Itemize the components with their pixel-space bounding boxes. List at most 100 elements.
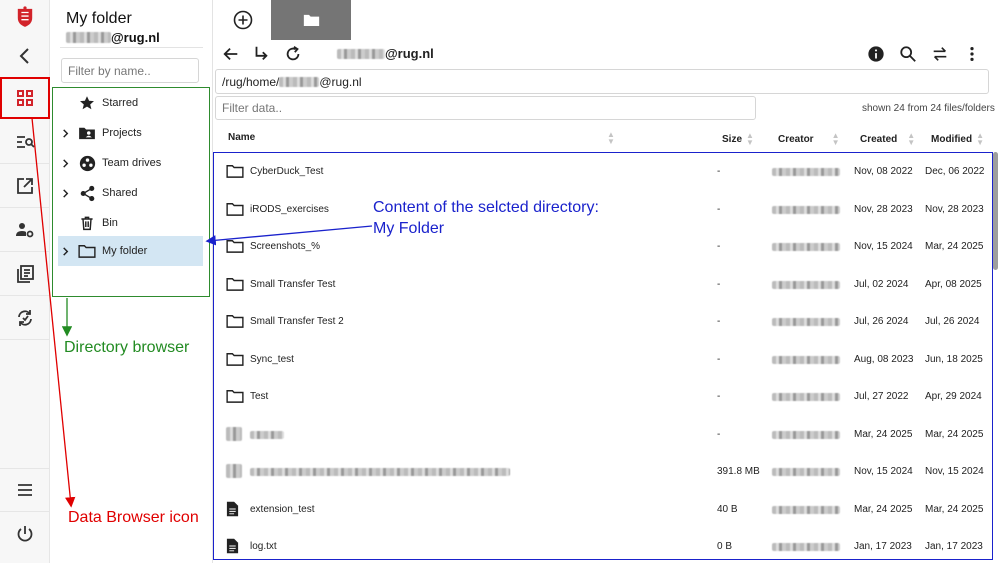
refresh-button[interactable] xyxy=(282,43,304,65)
table-row[interactable]: Sync_test - Aug, 08 2023 Jun, 18 2025 xyxy=(214,341,992,379)
toolbar-user: @rug.nl xyxy=(337,46,434,61)
chevron-right-icon[interactable] xyxy=(58,188,72,198)
go-to-parent-button[interactable] xyxy=(250,43,272,65)
path-suffix: @rug.nl xyxy=(319,74,362,89)
panel-user-suffix: @rug.nl xyxy=(111,30,160,45)
column-header-creator[interactable]: Creator ▲ ▼ xyxy=(778,131,840,147)
redacted-creator xyxy=(772,393,840,401)
folder-icon xyxy=(226,163,244,179)
sync-button[interactable] xyxy=(0,296,50,340)
redacted-icon xyxy=(226,463,244,479)
tree-item-team-drives[interactable]: Team drives xyxy=(58,148,203,178)
annotation-content-line1: Content of the selcted directory: xyxy=(373,199,599,216)
tree-item-shared[interactable]: Shared xyxy=(58,178,203,208)
transfer-button[interactable] xyxy=(929,43,951,65)
redacted-creator xyxy=(772,318,840,326)
file-name[interactable]: extension_test xyxy=(250,504,315,515)
column-header-size[interactable]: Size ▲ ▼ xyxy=(722,131,754,147)
tree-item-label: Bin xyxy=(102,217,118,229)
file-size: - xyxy=(717,353,721,365)
annotation-content-line2: My Folder xyxy=(373,220,445,237)
search-metadata-button[interactable] xyxy=(0,120,50,164)
library-button[interactable] xyxy=(0,252,50,296)
chevron-right-icon[interactable] xyxy=(58,158,72,168)
sort-icon: ▲ ▼ xyxy=(746,131,754,147)
redacted-creator xyxy=(772,168,840,176)
panel-user: @rug.nl xyxy=(66,30,160,45)
add-tab-button[interactable] xyxy=(231,8,255,32)
chevron-right-icon[interactable] xyxy=(58,246,72,256)
directory-tree: Starred Projects Team drives Shared Bin xyxy=(52,87,210,297)
folder-icon xyxy=(226,276,244,292)
redacted-creator xyxy=(772,430,840,439)
column-header-modified[interactable]: Modified ▲ ▼ xyxy=(931,132,984,147)
table-row[interactable]: Small Transfer Test 2 - Jul, 26 2024 Jul, 2… xyxy=(214,303,992,341)
more-options-button[interactable] xyxy=(961,43,983,65)
scrollbar[interactable] xyxy=(993,152,998,270)
column-header-created[interactable]: Created ▲ ▼ xyxy=(860,132,915,147)
table-row[interactable]: 391.8 MB Nov, 15 2024 Nov, 15 2024 xyxy=(214,453,992,491)
file-name[interactable]: CyberDuck_Test xyxy=(250,166,323,177)
tab-folder[interactable] xyxy=(271,0,351,40)
open-external-button[interactable] xyxy=(0,164,50,208)
table-row[interactable]: CyberDuck_Test - Nov, 08 2022 Dec, 06 2022 xyxy=(214,153,992,191)
file-name[interactable]: iRODS_exercises xyxy=(250,204,329,215)
table-row[interactable]: Test - Jul, 27 2022 Apr, 29 2024 xyxy=(214,378,992,416)
modified-date: Dec, 06 2022 xyxy=(925,166,985,177)
column-header-name[interactable]: Name xyxy=(228,132,255,143)
tree-item-starred[interactable]: Starred xyxy=(58,88,203,118)
power-icon xyxy=(17,526,33,542)
created-date: Aug, 08 2023 xyxy=(854,353,914,365)
data-browser-button[interactable] xyxy=(0,77,50,119)
shown-count: shown 24 from 24 files/folders xyxy=(862,103,995,114)
back-button[interactable] xyxy=(0,34,50,78)
filter-data-input[interactable] xyxy=(215,96,756,120)
file-name[interactable]: Screenshots_% xyxy=(250,241,320,252)
university-logo-icon xyxy=(0,0,50,34)
directory-panel: My folder @rug.nl Starred Projects Team … xyxy=(50,0,213,563)
sort-icon: ▲ ▼ xyxy=(831,131,840,147)
sort-icon[interactable]: ▲ ▼ xyxy=(607,131,615,146)
file-size: - xyxy=(717,316,721,327)
file-name[interactable]: Small Transfer Test xyxy=(250,279,335,290)
file-name[interactable]: log.txt xyxy=(250,541,277,552)
tree-item-bin[interactable]: Bin xyxy=(58,208,203,238)
created-date: Mar, 24 2025 xyxy=(854,428,913,440)
tree-item-my-folder[interactable]: My folder xyxy=(58,236,203,266)
table-row[interactable]: extension_test 40 B Mar, 24 2025 Mar, 24 20… xyxy=(214,491,992,529)
table-row[interactable]: Small Transfer Test - Jul, 02 2024 Apr, 08 … xyxy=(214,266,992,304)
file-icon xyxy=(226,501,244,517)
created-date: Jul, 02 2024 xyxy=(854,278,909,290)
modified-date: Mar, 24 2025 xyxy=(925,503,984,515)
trash-icon xyxy=(77,215,97,231)
tree-item-projects[interactable]: Projects xyxy=(58,118,203,148)
file-name[interactable]: Sync_test xyxy=(250,354,294,365)
redacted-creator xyxy=(772,280,840,289)
table-row[interactable]: - Mar, 24 2025 Mar, 24 2025 xyxy=(214,416,992,454)
open-external-icon xyxy=(17,177,33,194)
arrow-left-icon xyxy=(223,47,238,61)
file-size: - xyxy=(717,278,721,290)
menu-button[interactable] xyxy=(0,468,50,512)
path-bar[interactable]: /rug/home/ @rug.nl xyxy=(215,69,989,94)
chevron-right-icon[interactable] xyxy=(58,128,72,138)
search-button[interactable] xyxy=(897,43,919,65)
table-header: Name ▲ ▼ Size ▲ ▼ Creator ▲ ▼ Created ▲ ▼ Modif… xyxy=(213,126,990,150)
user-settings-button[interactable] xyxy=(0,208,50,252)
file-name[interactable]: Small Transfer Test 2 xyxy=(250,316,344,327)
info-button[interactable] xyxy=(865,43,887,65)
table-row[interactable]: log.txt 0 B Jan, 17 2023 Jan, 17 2023 xyxy=(214,528,992,559)
toolbar-user-suffix: @rug.nl xyxy=(385,46,434,61)
file-name[interactable]: Test xyxy=(250,391,268,402)
table-row[interactable]: Screenshots_% - Nov, 15 2024 Mar, 24 2025 xyxy=(214,228,992,266)
created-date: Jul, 26 2024 xyxy=(854,316,909,327)
logout-button[interactable] xyxy=(0,512,50,556)
modified-date: Nov, 15 2024 xyxy=(925,466,984,477)
tree-item-label: Starred xyxy=(102,97,139,109)
folder-icon xyxy=(226,201,244,217)
grid-icon xyxy=(17,90,33,106)
filter-by-name-input[interactable] xyxy=(61,58,199,83)
table-row[interactable]: iRODS_exercises - Nov, 28 2023 Nov, 28 2023 xyxy=(214,191,992,229)
sync-icon xyxy=(18,309,32,326)
back-button[interactable] xyxy=(220,43,242,65)
